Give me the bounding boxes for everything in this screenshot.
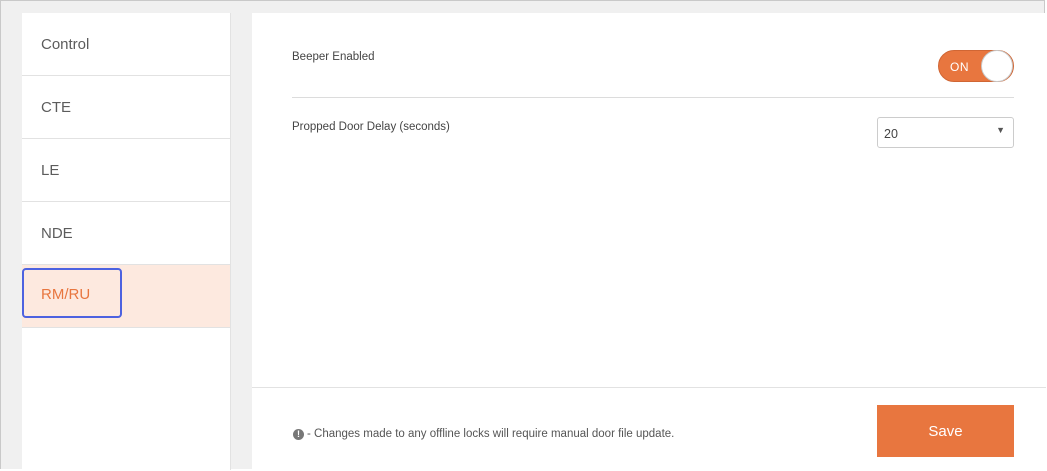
propped-door-delay-label: Propped Door Delay (seconds) — [292, 121, 450, 133]
offline-locks-notice: - Changes made to any offline locks will… — [307, 428, 675, 440]
settings-window: Control CTE LE NDE RM/RU Beeper Enabled … — [0, 0, 1046, 471]
select-value: 20 — [884, 127, 898, 141]
sidebar-item-label: LE — [41, 162, 60, 179]
beeper-enabled-label: Beeper Enabled — [292, 51, 375, 63]
beeper-enabled-toggle[interactable]: ON — [938, 50, 1014, 82]
sidebar-item-label: CTE — [41, 99, 71, 116]
sidebar-item-le[interactable]: LE — [22, 139, 230, 202]
save-button[interactable]: Save — [877, 405, 1014, 457]
info-circle-icon: ! — [293, 429, 304, 440]
sidebar-item-cte[interactable]: CTE — [22, 76, 230, 139]
sidebar-item-label: NDE — [41, 225, 73, 242]
sidebar-item-label: RM/RU — [41, 286, 91, 303]
sidebar-item-nde[interactable]: NDE — [22, 202, 230, 265]
propped-door-delay-select[interactable]: 20 ▼ — [877, 117, 1014, 148]
panel-footer: ! - Changes made to any offline locks wi… — [252, 387, 1046, 471]
settings-panel: Beeper Enabled ON Propped Door Delay (se… — [252, 13, 1046, 471]
row-divider — [292, 97, 1014, 98]
sidebar: Control CTE LE NDE RM/RU — [22, 13, 231, 470]
sidebar-item-rm-ru[interactable]: RM/RU — [22, 265, 230, 328]
sidebar-item-control[interactable]: Control — [22, 13, 230, 76]
chevron-down-icon: ▼ — [996, 125, 1005, 135]
toggle-knob — [981, 50, 1013, 82]
sidebar-item-label: Control — [41, 36, 90, 53]
toggle-state-text: ON — [950, 60, 969, 74]
